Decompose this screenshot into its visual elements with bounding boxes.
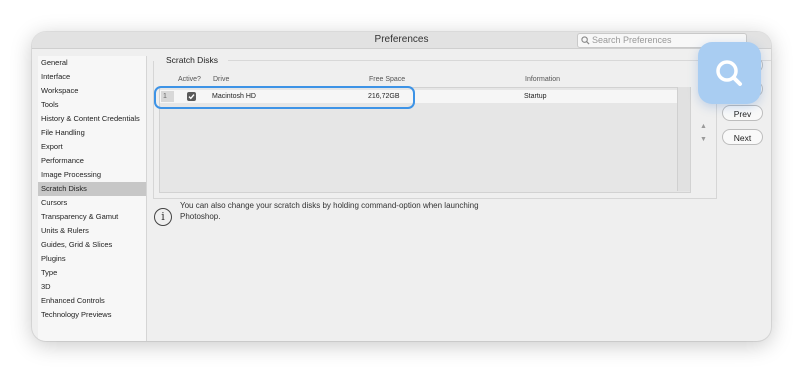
- sidebar-item-image-processing[interactable]: Image Processing: [38, 168, 146, 182]
- column-header-active: Active?: [178, 76, 201, 83]
- magnifier-icon: [716, 60, 742, 86]
- zoom-magnifier-badge: [698, 42, 761, 104]
- sidebar-item-interface[interactable]: Interface: [38, 70, 146, 84]
- column-header-information: Information: [525, 76, 561, 83]
- sidebar-item-guides-grid-slices[interactable]: Guides, Grid & Slices: [38, 238, 146, 252]
- next-button[interactable]: Next: [722, 129, 763, 145]
- sidebar-item-performance[interactable]: Performance: [38, 154, 146, 168]
- column-header-drive: Drive: [213, 76, 230, 83]
- title-bar: Preferences Search Preferences: [32, 32, 771, 49]
- preferences-sidebar: General Interface Workspace Tools Histor…: [38, 56, 147, 341]
- prev-button[interactable]: Prev: [722, 105, 763, 121]
- info-icon: i: [154, 208, 172, 226]
- preferences-window: Preferences Search Preferences General I…: [32, 32, 771, 341]
- scratch-disks-info-text: You can also change your scratch disks b…: [180, 201, 479, 221]
- search-icon: [581, 36, 590, 45]
- sidebar-item-cursors[interactable]: Cursors: [38, 196, 146, 210]
- sidebar-item-scratch-disks[interactable]: Scratch Disks: [38, 182, 146, 196]
- sidebar-item-technology-previews[interactable]: Technology Previews: [38, 308, 146, 322]
- sidebar-item-history-content-credentials[interactable]: History & Content Credentials: [38, 112, 146, 126]
- sidebar-item-type[interactable]: Type: [38, 266, 146, 280]
- sidebar-item-3d[interactable]: 3D: [38, 280, 146, 294]
- sidebar-item-export[interactable]: Export: [38, 140, 146, 154]
- sidebar-item-workspace[interactable]: Workspace: [38, 84, 146, 98]
- sidebar-item-transparency-gamut[interactable]: Transparency & Gamut: [38, 210, 146, 224]
- table-scrollbar[interactable]: [677, 87, 690, 191]
- move-up-arrow-icon[interactable]: ▲: [700, 123, 707, 130]
- sidebar-item-units-rulers[interactable]: Units & Rulers: [38, 224, 146, 238]
- search-placeholder: Search Preferences: [592, 35, 672, 45]
- scratch-disk-row-highlight: [154, 86, 415, 109]
- column-header-free-space: Free Space: [369, 76, 406, 83]
- sidebar-item-general[interactable]: General: [38, 56, 146, 70]
- information-value: Startup: [524, 93, 547, 100]
- sidebar-item-file-handling[interactable]: File Handling: [38, 126, 146, 140]
- sidebar-item-plugins[interactable]: Plugins: [38, 252, 146, 266]
- sidebar-item-enhanced-controls[interactable]: Enhanced Controls: [38, 294, 146, 308]
- sidebar-item-tools[interactable]: Tools: [38, 98, 146, 112]
- move-down-arrow-icon[interactable]: ▼: [700, 136, 707, 143]
